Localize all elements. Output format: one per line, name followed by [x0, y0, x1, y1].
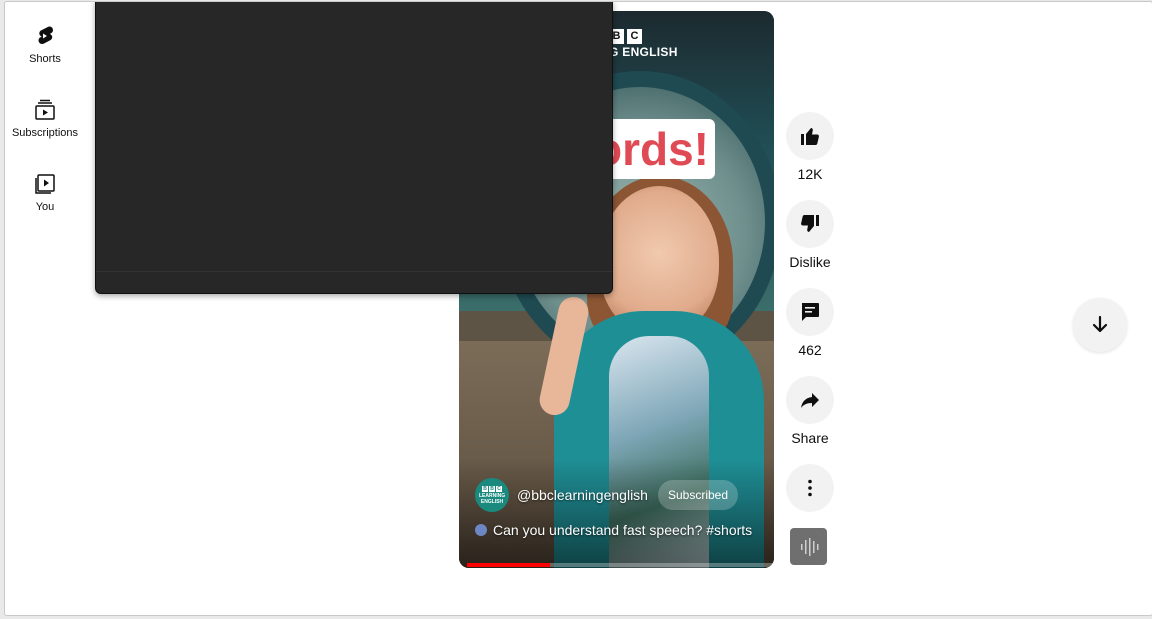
- sidebar-item-shorts[interactable]: Shorts: [5, 24, 85, 65]
- arrow-down-icon: [1092, 315, 1108, 333]
- thumbs-down-icon: [801, 215, 819, 232]
- overlay-divider: [96, 271, 612, 272]
- channel-avatar-text: LEARNING ENGLISH: [479, 492, 506, 505]
- comment-count: 462: [798, 342, 822, 358]
- video-title-text: Can you understand fast speech? #shorts: [493, 522, 753, 538]
- comments-button[interactable]: [786, 288, 834, 336]
- channel-avatar-logo: BBC: [482, 485, 502, 492]
- title-emoji-icon: [475, 524, 487, 536]
- audio-waveform-icon: [800, 537, 818, 556]
- subscribed-button[interactable]: Subscribed: [657, 480, 739, 510]
- sidebar-item-you[interactable]: You: [5, 172, 85, 213]
- like-button[interactable]: [786, 112, 834, 160]
- thumbs-up-icon: [801, 128, 819, 145]
- dislike-button[interactable]: [786, 200, 834, 248]
- channel-avatar[interactable]: BBC LEARNING ENGLISH: [475, 478, 509, 512]
- video-progress-fill: [467, 563, 550, 567]
- you-icon: [35, 174, 55, 194]
- sidebar-item-subscriptions[interactable]: Subscriptions: [5, 98, 85, 139]
- more-vertical-icon: [808, 479, 812, 497]
- comment-icon: [802, 303, 819, 321]
- bbc-logo-caption: G ENGLISH: [609, 45, 678, 59]
- share-action: Share: [785, 376, 835, 446]
- sidebar-item-label: Shorts: [29, 53, 61, 65]
- video-bottom-shade: [459, 458, 774, 568]
- sidebar-item-label: Subscriptions: [11, 127, 79, 139]
- shorts-icon: [38, 26, 53, 44]
- channel-row: BBC LEARNING ENGLISH @bbclearningenglish…: [475, 477, 739, 513]
- share-label: Share: [791, 430, 829, 446]
- subscriptions-icon: [35, 99, 55, 120]
- video-progress-bar[interactable]: [467, 563, 774, 567]
- dislike-action: Dislike: [785, 200, 835, 270]
- browser-window: Shorts Subscriptions You BC G ENGLISH or…: [4, 1, 1152, 616]
- more-options-button[interactable]: [786, 464, 834, 512]
- next-video-button[interactable]: [1073, 298, 1127, 352]
- channel-name-link[interactable]: @bbclearningenglish: [517, 487, 648, 503]
- bbc-logo: BC: [609, 26, 645, 44]
- comment-action: 462: [785, 288, 835, 358]
- dislike-label: Dislike: [789, 254, 831, 270]
- share-arrow-icon: [801, 393, 819, 408]
- like-count: 12K: [797, 166, 823, 182]
- share-button[interactable]: [786, 376, 834, 424]
- dark-overlay-panel: [95, 2, 613, 294]
- sidebar-item-label: You: [35, 201, 55, 213]
- video-title[interactable]: Can you understand fast speech? #shorts: [475, 522, 752, 538]
- like-action: 12K: [785, 112, 835, 182]
- sound-remix-button[interactable]: [790, 528, 827, 565]
- more-action: [785, 464, 835, 512]
- left-sidebar: Shorts Subscriptions You: [5, 2, 87, 615]
